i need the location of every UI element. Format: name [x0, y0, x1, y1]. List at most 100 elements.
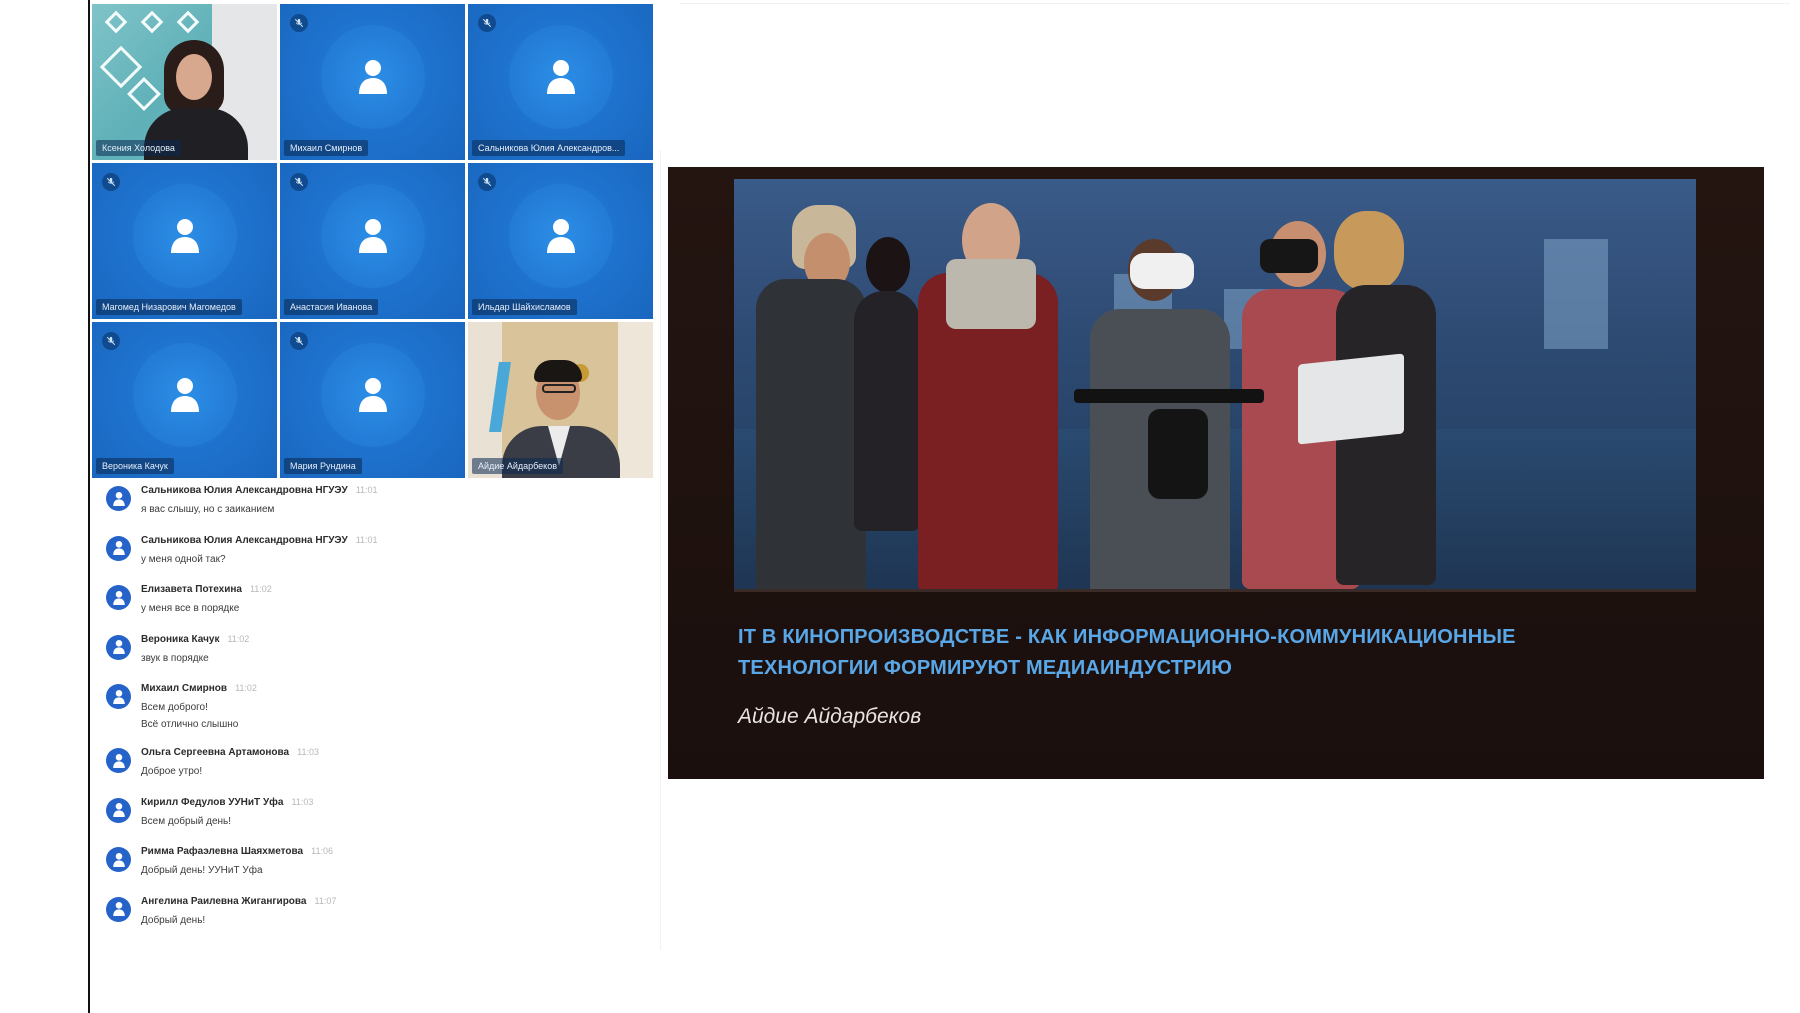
chat-text: Добрый день! УУНиТ Уфа: [141, 865, 263, 876]
chat-message: Елизавета Потехина 11:02 у меня все в поря…: [100, 579, 660, 629]
user-avatar-icon: [106, 486, 131, 511]
chat-author-name: Вероника Качук: [141, 633, 220, 645]
conference-screen: Ксения Холодова Михаил Смирнов Сальникова …: [0, 0, 1800, 1013]
chat-timestamp: 11:07: [314, 895, 337, 906]
user-avatar-icon: [106, 585, 131, 610]
participant-video-grid: Ксения Холодова Михаил Смирнов Сальникова …: [92, 4, 653, 478]
microphone-off-icon: [102, 173, 120, 191]
panel-divider: [660, 150, 661, 950]
slide-title: IT В КИНОПРОИЗВОДСТВЕ - КАК ИНФОРМАЦИОНН…: [738, 622, 1688, 684]
chat-author-name: Сальникова Юлия Александровна НГУЭУ: [141, 534, 348, 546]
user-avatar-icon: [106, 535, 131, 561]
person-silhouette-icon: [544, 217, 578, 255]
chat-panel[interactable]: Сальникова Юлия Александровна НГУЭУ 11:01…: [100, 480, 660, 940]
user-avatar-icon: [106, 797, 131, 823]
participant-tile[interactable]: Айдие Айдарбеков: [468, 322, 653, 478]
participant-name: Сальникова Юлия Александров...: [472, 140, 626, 156]
chat-text: у меня одной так?: [141, 553, 226, 565]
chat-message: Михаил Смирнов 11:02 Всем доброго! Всё отли…: [100, 678, 660, 742]
chat-author-name: Кирилл Федулов УУНиТ Уфа: [141, 796, 284, 808]
chat-text: Всем доброго!: [141, 702, 208, 713]
chat-text: звук в порядке: [141, 652, 209, 664]
chat-timestamp: 11:06: [311, 846, 333, 856]
shared-presentation-slide: IT В КИНОПРОИЗВОДСТВЕ - КАК ИНФОРМАЦИОНН…: [668, 167, 1764, 779]
chat-timestamp: 11:02: [235, 683, 257, 693]
participant-tile[interactable]: Анастасия Иванова: [280, 163, 465, 319]
chat-message: Вероника Качук 11:02 звук в порядке: [100, 629, 660, 679]
user-avatar-icon: [106, 634, 131, 660]
chat-timestamp: 11:01: [355, 485, 378, 495]
chat-message: Сальникова Юлия Александровна НГУЭУ 11:01…: [100, 530, 660, 580]
participant-video: [176, 54, 212, 100]
participant-name: Ксения Холодова: [96, 140, 181, 156]
chat-text: у меня все в порядке: [141, 603, 240, 614]
chat-author: Римма Рафаэлевна Шаяхметова 11:06: [141, 846, 333, 857]
microphone-off-icon: [478, 173, 496, 191]
chat-author: Елизавета Потехина 11:02: [141, 584, 272, 595]
chat-timestamp: 11:03: [297, 747, 319, 757]
participant-tile[interactable]: Сальникова Юлия Александров...: [468, 4, 653, 160]
participant-tile[interactable]: Михаил Смирнов: [280, 4, 465, 160]
user-avatar-icon: [106, 684, 131, 709]
microphone-off-icon: [290, 14, 308, 32]
chat-author: Сальникова Юлия Александровна НГУЭУ 11:01: [141, 485, 378, 496]
chat-message: Сальникова Юлия Александровна НГУЭУ 11:01…: [100, 480, 660, 530]
participant-name: Вероника Качук: [96, 458, 174, 474]
user-avatar-icon: [106, 896, 131, 922]
chat-author: Ольга Сергеевна Артамонова 11:03: [141, 747, 319, 758]
participant-tile[interactable]: Ксения Холодова: [92, 4, 277, 160]
chat-author: Сальникова Юлия Александровна НГУЭУ 11:01: [141, 535, 378, 546]
chat-text: я вас слышу, но с заиканием: [141, 504, 275, 515]
slide-photo: [734, 179, 1696, 592]
chat-text: Всем добрый день!: [141, 815, 232, 827]
participant-name: Михаил Смирнов: [284, 140, 369, 156]
chat-timestamp: 11:02: [227, 633, 250, 644]
user-avatar-icon: [106, 847, 131, 872]
user-avatar-icon: [106, 748, 131, 773]
person-silhouette-icon: [356, 376, 390, 414]
participant-tile[interactable]: Ильдар Шайхисламов: [468, 163, 653, 319]
person-silhouette-icon: [356, 217, 390, 255]
slide-author: Айдие Айдарбеков: [738, 705, 922, 728]
left-border: [88, 0, 90, 1013]
participant-name: Анастасия Иванова: [284, 299, 379, 315]
chat-author: Вероника Качук 11:02: [141, 634, 249, 645]
participant-tile[interactable]: Мария Рундина: [280, 322, 465, 478]
chat-message: Ангелина Раилевна Жигангирова 11:07 Добрый…: [100, 891, 660, 941]
chat-author-name: Елизавета Потехина: [141, 584, 242, 595]
microphone-off-icon: [478, 14, 496, 32]
microphone-off-icon: [290, 173, 308, 191]
participant-name: Айдие Айдарбеков: [472, 458, 563, 474]
chat-author-name: Сальникова Юлия Александровна НГУЭУ: [141, 485, 348, 496]
chat-message: Ольга Сергеевна Артамонова 11:03 Доброе ут…: [100, 742, 660, 792]
chat-text: Доброе утро!: [141, 766, 203, 777]
participant-name: Магомед Низарович Магомедов: [96, 299, 242, 315]
chat-message: Кирилл Федулов УУНиТ Уфа 11:03 Всем добрый…: [100, 792, 660, 842]
person-silhouette-icon: [168, 376, 202, 414]
slide-title-line-1: IT В КИНОПРОИЗВОДСТВЕ - КАК ИНФОРМАЦИОНН…: [738, 626, 1516, 648]
chat-timestamp: 11:03: [291, 796, 314, 807]
microphone-off-icon: [290, 332, 308, 350]
chat-text: Всё отлично слышно: [141, 719, 239, 730]
person-silhouette-icon: [356, 58, 390, 96]
chat-author: Ангелина Раилевна Жигангирова 11:07: [141, 896, 336, 907]
chat-author-name: Ольга Сергеевна Артамонова: [141, 747, 290, 758]
chat-timestamp: 11:01: [355, 534, 378, 545]
person-silhouette-icon: [168, 217, 202, 255]
chat-message: Римма Рафаэлевна Шаяхметова 11:06 Добрый д…: [100, 841, 660, 891]
chat-author-name: Михаил Смирнов: [141, 683, 228, 694]
participant-tile[interactable]: Вероника Качук: [92, 322, 277, 478]
microphone-off-icon: [102, 332, 120, 350]
slide-title-line-2: ТЕХНОЛОГИИ ФОРМИРУЮТ МЕДИАИНДУСТРИЮ: [738, 657, 1233, 679]
top-divider: [680, 3, 1790, 4]
chat-timestamp: 11:02: [249, 584, 272, 594]
participant-tile[interactable]: Магомед Низарович Магомедов: [92, 163, 277, 319]
person-silhouette-icon: [544, 58, 578, 96]
chat-author: Михаил Смирнов 11:02: [141, 683, 257, 694]
participant-name: Мария Рундина: [284, 458, 362, 474]
chat-author-name: Ангелина Раилевна Жигангирова: [141, 895, 307, 907]
chat-author: Кирилл Федулов УУНиТ Уфа 11:03: [141, 797, 313, 808]
chat-author-name: Римма Рафаэлевна Шаяхметова: [141, 846, 304, 857]
chat-text: Добрый день!: [141, 914, 206, 926]
participant-name: Ильдар Шайхисламов: [472, 299, 577, 315]
